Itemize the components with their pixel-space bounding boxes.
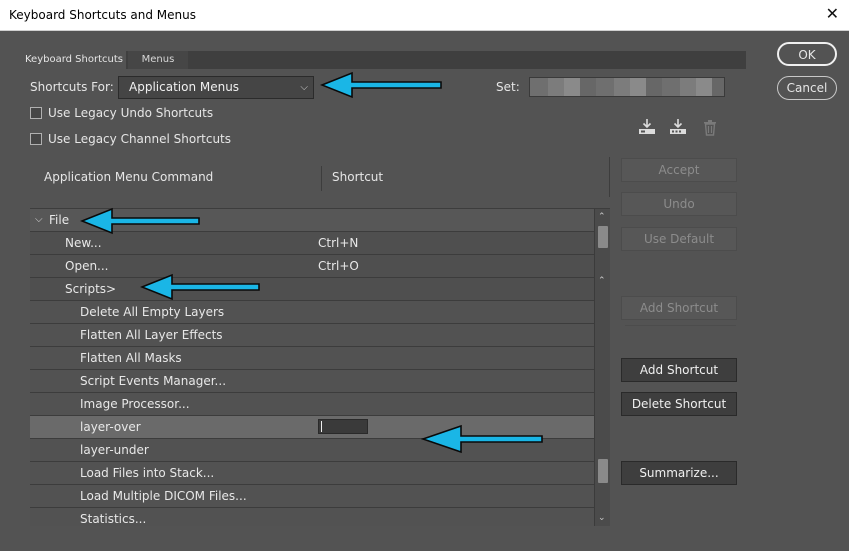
row-command: Open...: [65, 259, 109, 273]
close-icon[interactable]: ✕: [826, 5, 839, 23]
table-row[interactable]: Image Processor...: [30, 393, 594, 416]
chevron-down-icon: ⌵: [300, 82, 308, 93]
table-row[interactable]: Flatten All Layer Effects: [30, 324, 594, 347]
row-command: Flatten All Masks: [80, 351, 182, 365]
save-set-icon[interactable]: [637, 117, 657, 137]
table-row[interactable]: Load Multiple DICOM Files...: [30, 485, 594, 508]
add-shortcut-disabled-button[interactable]: Add Shortcut: [621, 296, 737, 320]
table-row[interactable]: Flatten All Masks: [30, 347, 594, 370]
use-default-button[interactable]: Use Default: [621, 227, 737, 251]
legacy-undo-label: Use Legacy Undo Shortcuts: [48, 106, 214, 120]
set-select[interactable]: [529, 77, 725, 97]
table-row[interactable]: Load Files into Stack...: [30, 462, 594, 485]
row-shortcut: Ctrl+N: [318, 236, 359, 250]
delete-shortcut-button[interactable]: Delete Shortcut: [621, 392, 737, 416]
window-title: Keyboard Shortcuts and Menus: [9, 8, 196, 22]
scrollbar-thumb-top[interactable]: [598, 226, 608, 248]
shortcuts-for-label: Shortcuts For:: [30, 80, 114, 94]
table-row[interactable]: Script Events Manager...: [30, 370, 594, 393]
scrollbar[interactable]: ⌃ ⌃ ⌄: [594, 209, 610, 526]
row-command: Load Multiple DICOM Files...: [80, 489, 247, 503]
tab-menus[interactable]: Menus: [128, 51, 188, 69]
row-command: Load Files into Stack...: [80, 466, 215, 480]
shortcuts-for-value: Application Menus: [129, 80, 240, 94]
summarize-button[interactable]: Summarize...: [621, 461, 737, 485]
scroll-down-icon[interactable]: ⌄: [598, 513, 606, 523]
row-command: Image Processor...: [80, 397, 190, 411]
annotation-arrow-icon: [421, 424, 543, 454]
chevron-up-icon[interactable]: ⌃: [598, 276, 606, 286]
add-shortcut-button[interactable]: Add Shortcut: [621, 358, 737, 382]
save-as-set-icon[interactable]: [668, 117, 688, 137]
row-command: Statistics...: [80, 512, 147, 526]
text-cursor: [321, 421, 322, 432]
header-separator: [609, 157, 610, 197]
cancel-button[interactable]: Cancel: [777, 76, 837, 100]
button-separator: [625, 325, 736, 326]
table-row[interactable]: Scripts>: [30, 278, 594, 301]
row-command: Scripts>: [65, 282, 117, 296]
delete-set-icon[interactable]: [700, 117, 720, 137]
accept-button[interactable]: Accept: [621, 158, 737, 182]
row-command: Delete All Empty Layers: [80, 305, 225, 319]
tab-keyboard-shortcuts[interactable]: Keyboard Shortcuts: [22, 51, 126, 69]
row-command: Script Events Manager...: [80, 374, 227, 388]
column-header-shortcut: Shortcut: [332, 170, 384, 184]
row-command: layer-over: [80, 420, 141, 434]
annotation-arrow-icon: [140, 273, 260, 301]
column-divider: [321, 166, 322, 191]
shortcuts-for-select[interactable]: Application Menus ⌵: [118, 76, 314, 99]
ok-button[interactable]: OK: [777, 42, 837, 66]
tab-bar: Keyboard Shortcuts Menus: [22, 51, 746, 69]
row-command: layer-under: [80, 443, 149, 457]
table-row[interactable]: Delete All Empty Layers: [30, 301, 594, 324]
scrollbar-thumb[interactable]: [598, 459, 608, 483]
table-row[interactable]: Statistics...: [30, 508, 594, 526]
column-header-command: Application Menu Command: [44, 170, 214, 184]
legacy-channel-checkbox[interactable]: [30, 133, 42, 145]
shortcut-edit-field[interactable]: [318, 419, 368, 434]
annotation-arrow-icon: [320, 71, 442, 99]
row-command: Flatten All Layer Effects: [80, 328, 223, 342]
undo-button[interactable]: Undo: [621, 192, 737, 216]
legacy-channel-label: Use Legacy Channel Shortcuts: [48, 132, 232, 146]
set-label: Set:: [496, 80, 520, 94]
dialog-body: Keyboard Shortcuts Menus Shortcuts For: …: [0, 31, 849, 551]
row-command: File: [49, 213, 70, 227]
scroll-up-icon[interactable]: ⌃: [598, 212, 606, 222]
table-header: Application Menu Command Shortcut: [30, 159, 610, 209]
table-row[interactable]: Open... Ctrl+O: [30, 255, 594, 278]
chevron-down-icon[interactable]: ⌵: [35, 209, 43, 231]
row-shortcut: Ctrl+O: [318, 259, 359, 273]
legacy-undo-checkbox[interactable]: [30, 107, 42, 119]
title-bar: Keyboard Shortcuts and Menus ✕: [0, 0, 849, 31]
annotation-arrow-icon: [80, 207, 200, 235]
command-list: ⌵ File New... Ctrl+N Open... Ctrl+O Scri…: [30, 209, 594, 526]
